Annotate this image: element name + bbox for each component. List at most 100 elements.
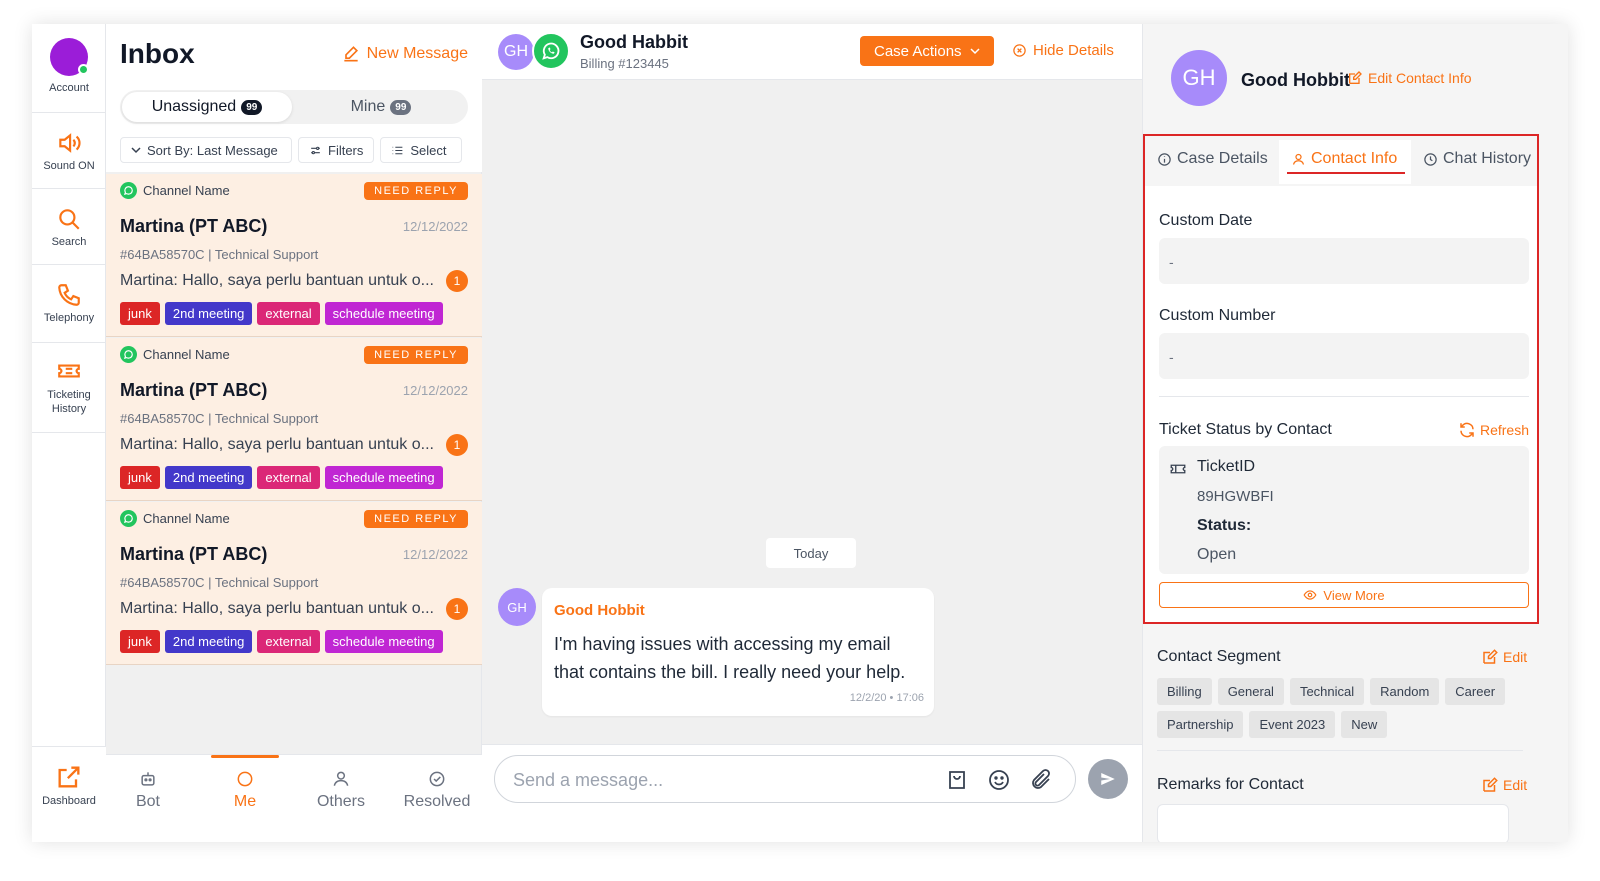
nav-others[interactable]: Others <box>301 769 381 811</box>
active-nav-indicator <box>211 755 279 758</box>
bot-icon <box>141 772 155 786</box>
case-actions-button[interactable]: Case Actions <box>860 36 994 66</box>
whatsapp-icon <box>120 346 137 363</box>
rail-sound[interactable]: Sound ON <box>32 130 106 172</box>
channel-row: Channel Name <box>120 510 230 527</box>
tag-chip[interactable]: 2nd meeting <box>164 302 253 325</box>
filters-label: Filters <box>328 142 364 158</box>
refresh-button[interactable]: Refresh <box>1458 421 1529 439</box>
tab-unassigned[interactable]: Unassigned 99 <box>122 92 292 122</box>
ticket-icon <box>1170 464 1186 474</box>
close-circle-icon <box>1013 44 1026 57</box>
rail-account[interactable]: Account <box>32 38 106 94</box>
tab-contact-info[interactable]: Contact Info <box>1291 150 1397 168</box>
contact-segment-label: Contact Segment <box>1157 648 1281 665</box>
conversation-item[interactable]: Channel Name NEED REPLY Martina (PT ABC)… <box>106 502 482 665</box>
shopping-bag-icon[interactable] <box>943 766 971 794</box>
rail-telephony[interactable]: Telephony <box>32 282 106 324</box>
speaker-icon <box>59 133 81 153</box>
rail-search[interactable]: Search <box>32 206 106 248</box>
user-icon <box>333 771 349 786</box>
contact-avatar[interactable]: GH <box>498 34 534 70</box>
hide-details-label: Hide Details <box>1033 42 1114 59</box>
tab-chat-history-label: Chat History <box>1443 150 1532 167</box>
remarks-label: Remarks for Contact <box>1157 776 1304 793</box>
tab-contact-info-label: Contact Info <box>1311 150 1398 167</box>
sort-dropdown[interactable]: Sort By: Last Message <box>120 137 292 163</box>
chat-subtitle: Billing #123445 <box>580 56 669 71</box>
conversation-preview: Martina: Hallo, saya perlu bantuan untuk… <box>120 272 434 289</box>
tag-chip[interactable]: external <box>257 302 320 325</box>
ticket-status-label: Ticket Status by Contact <box>1159 421 1332 438</box>
contact-avatar-large: GH <box>1171 50 1227 106</box>
hide-details-button[interactable]: Hide Details <box>1012 42 1114 59</box>
message-bubble: Good Hobbit I'm having issues with acces… <box>542 588 934 716</box>
segment-chip[interactable]: Billing <box>1157 678 1212 705</box>
conversation-item[interactable]: Channel Name NEED REPLY Martina (PT ABC)… <box>106 174 482 337</box>
ticket-status-field-label: Status: <box>1197 517 1252 534</box>
edit-icon <box>1483 777 1498 792</box>
tag-chip[interactable]: schedule meeting <box>324 466 443 489</box>
mine-count-badge: 99 <box>390 99 412 115</box>
tab-unassigned-label: Unassigned <box>151 98 237 115</box>
tab-mine[interactable]: Mine 99 <box>296 92 466 122</box>
divider <box>32 188 106 189</box>
clock-icon <box>1424 152 1437 166</box>
tab-case-details[interactable]: Case Details <box>1157 150 1268 168</box>
segment-chip[interactable]: Career <box>1445 678 1506 705</box>
chat-panel: GH Good Habbit Billing #123445 Case Acti… <box>482 24 1142 842</box>
chat-contact-name: Good Habbit <box>580 32 688 52</box>
user-icon <box>1292 153 1305 165</box>
send-button[interactable] <box>1088 759 1128 799</box>
segment-chip[interactable]: Random <box>1370 678 1440 705</box>
segment-chip[interactable]: Event 2023 <box>1249 711 1336 738</box>
details-tabs: Case Details Contact Info Chat History <box>1145 136 1537 186</box>
unassigned-count-badge: 99 <box>241 99 263 115</box>
check-circle-icon <box>429 771 445 787</box>
inbox-bottom-nav: Bot Me Others Resolved <box>106 754 482 842</box>
tag-chip[interactable]: external <box>257 630 320 653</box>
contact-name: Good Hobbit <box>1241 70 1350 90</box>
nav-others-label: Others <box>316 793 365 810</box>
edit-remarks-button[interactable]: Edit <box>1481 776 1527 794</box>
tag-chip[interactable]: 2nd meeting <box>164 466 253 489</box>
tag-chip[interactable]: junk <box>120 466 160 489</box>
segment-chip[interactable]: Partnership <box>1157 711 1244 738</box>
rail-dashboard[interactable]: Dashboard <box>32 746 106 842</box>
tag-chip[interactable]: 2nd meeting <box>164 630 253 653</box>
conversation-preview: Martina: Hallo, saya perlu bantuan untuk… <box>120 600 434 617</box>
tag-chip[interactable]: schedule meeting <box>324 302 443 325</box>
segment-chip[interactable]: General <box>1217 678 1284 705</box>
tag-chip[interactable]: junk <box>120 630 160 653</box>
select-label: Select <box>410 142 447 158</box>
filters-button[interactable]: Filters <box>298 137 375 163</box>
select-button[interactable]: Select <box>380 137 463 163</box>
new-message-button[interactable]: New Message <box>341 44 468 64</box>
chevron-down-icon <box>131 147 141 154</box>
nav-resolved[interactable]: Resolved <box>397 769 477 811</box>
custom-number-value: - <box>1159 333 1529 379</box>
edit-contact-info-button[interactable]: Edit Contact Info <box>1347 70 1472 86</box>
tag-chip[interactable]: junk <box>120 302 160 325</box>
paperclip-icon[interactable] <box>1027 766 1055 794</box>
remarks-input[interactable] <box>1157 804 1509 842</box>
nav-bot[interactable]: Bot <box>108 769 188 811</box>
rail-ticketing-history[interactable]: Ticketing History <box>32 358 106 416</box>
conversation-item[interactable]: Channel Name NEED REPLY Martina (PT ABC)… <box>106 338 482 501</box>
view-more-button[interactable]: View More <box>1159 582 1529 608</box>
edit-segment-button[interactable]: Edit <box>1481 648 1527 666</box>
segment-chip[interactable]: New <box>1341 711 1388 738</box>
segment-chip[interactable]: Technical <box>1289 678 1365 705</box>
sort-label: Sort By: Last Message <box>147 142 278 158</box>
ticket-id-label: TicketID <box>1197 458 1256 475</box>
tag-chip[interactable]: external <box>257 466 320 489</box>
tab-chat-history[interactable]: Chat History <box>1423 150 1531 168</box>
tag-chip[interactable]: schedule meeting <box>324 630 443 653</box>
whatsapp-icon <box>120 182 137 199</box>
nav-me[interactable]: Me <box>205 769 285 811</box>
rail-search-label: Search <box>51 236 87 248</box>
message-input[interactable] <box>513 766 913 794</box>
rail-telephony-label: Telephony <box>43 312 95 324</box>
chevron-down-icon <box>970 48 980 55</box>
emoji-icon[interactable] <box>985 766 1013 794</box>
